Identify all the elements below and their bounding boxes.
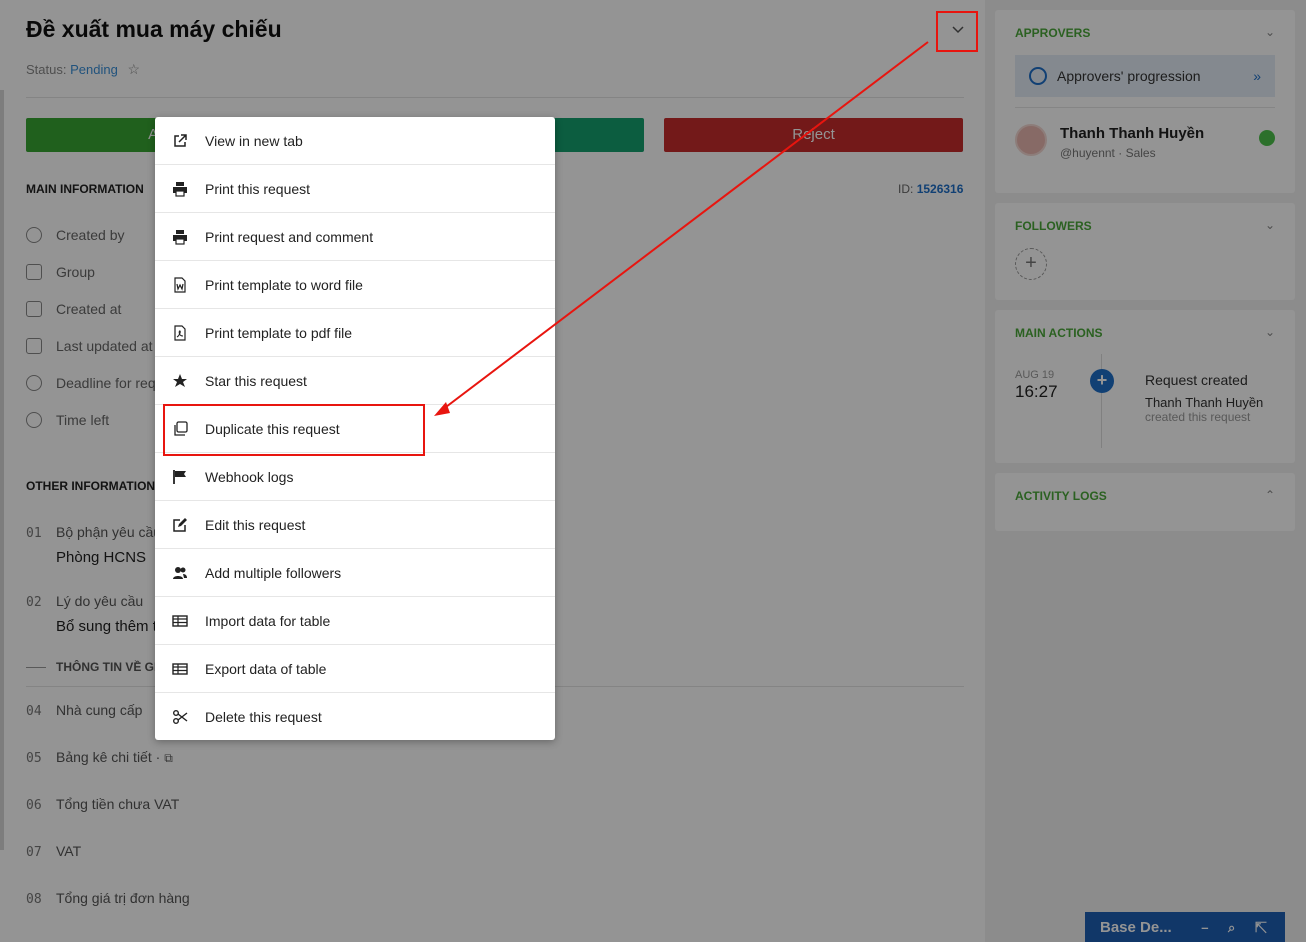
menu-item-print-word[interactable]: Print template to word file <box>155 261 555 309</box>
star-icon <box>155 357 205 404</box>
menu-item-view-new-tab[interactable]: View in new tab <box>155 117 555 165</box>
menu-item-webhook-logs[interactable]: Webhook logs <box>155 453 555 501</box>
duplicate-icon <box>155 405 205 452</box>
menu-item-export-table[interactable]: Export data of table <box>155 645 555 693</box>
table-icon <box>155 597 205 644</box>
word-file-icon <box>155 261 205 308</box>
pdf-file-icon <box>155 309 205 356</box>
menu-item-edit-request[interactable]: Edit this request <box>155 501 555 549</box>
printer-icon <box>155 165 205 212</box>
menu-item-delete-request[interactable]: Delete this request <box>155 693 555 740</box>
table-icon <box>155 645 205 692</box>
edit-icon <box>155 501 205 548</box>
menu-item-print-pdf[interactable]: Print template to pdf file <box>155 309 555 357</box>
menu-item-add-followers[interactable]: Add multiple followers <box>155 549 555 597</box>
menu-item-print-request-comment[interactable]: Print request and comment <box>155 213 555 261</box>
request-options-menu: View in new tab Print this request Print… <box>155 117 555 740</box>
menu-item-duplicate-request[interactable]: Duplicate this request <box>155 405 555 453</box>
users-icon <box>155 549 205 596</box>
external-link-icon <box>155 117 205 164</box>
flag-icon <box>155 453 205 500</box>
menu-item-star-request[interactable]: Star this request <box>155 357 555 405</box>
menu-item-import-table[interactable]: Import data for table <box>155 597 555 645</box>
scissors-icon <box>155 693 205 740</box>
menu-item-print-request[interactable]: Print this request <box>155 165 555 213</box>
printer-icon <box>155 213 205 260</box>
